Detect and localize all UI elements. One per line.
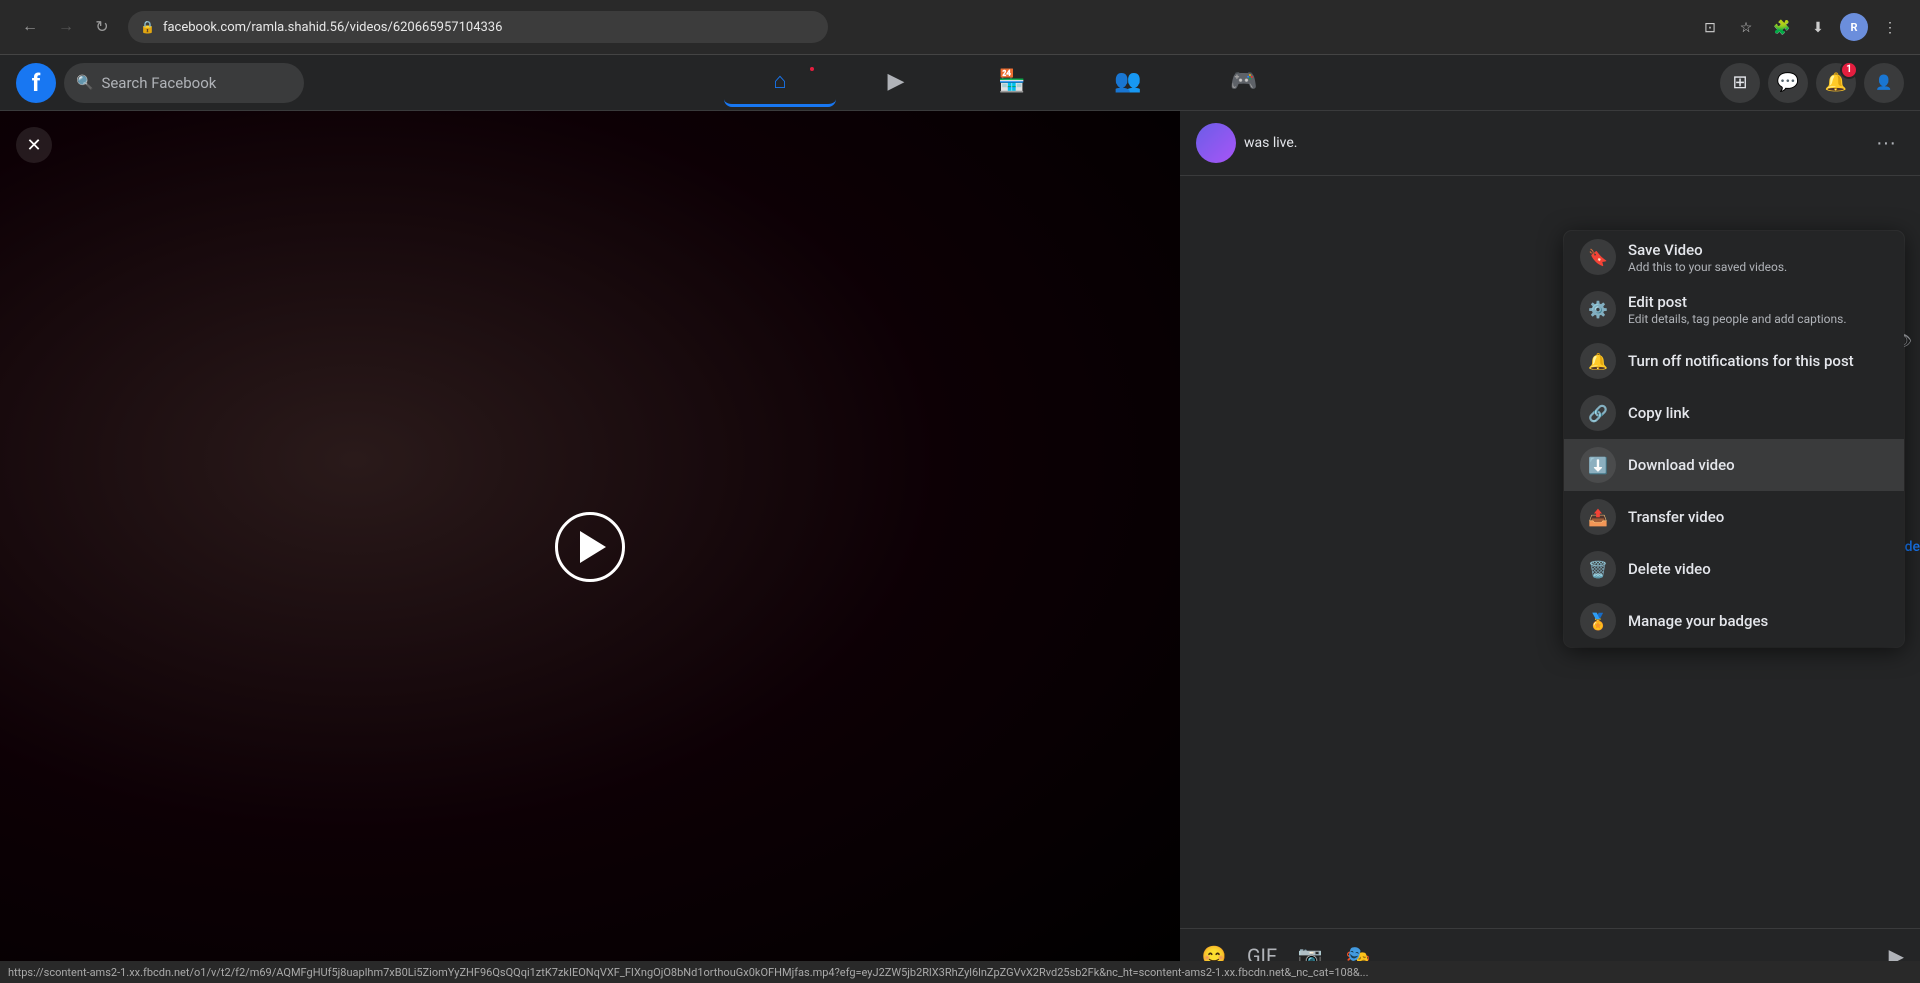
forward-button[interactable]: →: [52, 13, 80, 41]
menu-item-edit-post[interactable]: ⚙️ Edit post Edit details, tag people an…: [1564, 283, 1904, 335]
menu-item-save-video[interactable]: 🔖 Save Video Add this to your saved vide…: [1564, 231, 1904, 283]
play-button[interactable]: [555, 512, 625, 582]
menu-item-manage-badges[interactable]: 🏅 Manage your badges: [1564, 595, 1904, 647]
delete-video-text: Delete video: [1628, 560, 1711, 578]
notifications-icon: 🔔: [1580, 343, 1616, 379]
play-icon: [580, 531, 606, 563]
search-placeholder: Search Facebook: [101, 74, 216, 92]
messenger-icon: 💬: [1777, 72, 1799, 93]
copy-link-text: Copy link: [1628, 404, 1690, 422]
post-more-button[interactable]: ···: [1868, 125, 1904, 161]
edit-post-text: Edit post Edit details, tag people and a…: [1628, 293, 1847, 326]
url-text: facebook.com/ramla.shahid.56/videos/6206…: [163, 20, 816, 35]
people-icon: 👥: [1114, 69, 1141, 94]
menu-item-download-video[interactable]: ⬇️ Download video: [1564, 439, 1904, 491]
facebook-header: f 🔍 Search Facebook ⌂ ▶ 🏪 👥 🎮 ⊞ 💬 🔔: [0, 55, 1920, 111]
manage-badges-text: Manage your badges: [1628, 612, 1768, 630]
header-right: ⊞ 💬 🔔 1 👤: [1720, 63, 1904, 103]
delete-video-icon: 🗑️: [1580, 551, 1616, 587]
lock-icon: 🔒: [140, 20, 155, 34]
main-container: ✕ was live. ··· de 🔖 Save Video Add this…: [0, 111, 1920, 983]
search-bar[interactable]: 🔍 Search Facebook: [64, 63, 304, 103]
edit-post-title: Edit post: [1628, 293, 1847, 311]
notifications-title: Turn off notifications for this post: [1628, 352, 1854, 370]
nav-center: ⌂ ▶ 🏪 👥 🎮: [312, 59, 1712, 107]
transfer-video-text: Transfer video: [1628, 508, 1724, 526]
download-video-title: Download video: [1628, 456, 1735, 474]
copy-link-title: Copy link: [1628, 404, 1690, 422]
nav-gaming[interactable]: 🎮: [1188, 59, 1300, 107]
edit-post-subtitle: Edit details, tag people and add caption…: [1628, 312, 1847, 326]
menu-item-turn-off-notifications[interactable]: 🔔 Turn off notifications for this post: [1564, 335, 1904, 387]
browser-nav-buttons: ← → ↻: [16, 13, 116, 41]
messenger-button[interactable]: 💬: [1768, 63, 1808, 103]
was-live-text: was live.: [1244, 135, 1297, 151]
home-icon: ⌂: [773, 68, 786, 94]
facebook-logo[interactable]: f: [16, 63, 56, 103]
browser-right-icons: ⊡ ☆ 🧩 ⬇ R ⋮: [1696, 13, 1904, 41]
edit-post-icon: ⚙️: [1580, 291, 1616, 327]
delete-video-title: Delete video: [1628, 560, 1711, 578]
notification-button[interactable]: 🔔 1: [1816, 63, 1856, 103]
nav-marketplace[interactable]: 🏪: [956, 59, 1068, 107]
notifications-text: Turn off notifications for this post: [1628, 352, 1854, 370]
nav-video[interactable]: ▶: [840, 59, 952, 107]
browser-profile[interactable]: R: [1840, 13, 1868, 41]
post-avatar: [1196, 123, 1236, 163]
more-dots-icon: ···: [1876, 132, 1896, 155]
marketplace-icon: 🏪: [998, 69, 1025, 94]
downloads-button[interactable]: ⬇: [1804, 13, 1832, 41]
status-url: https://scontent-ams2-1.xx.fbcdn.net/o1/…: [8, 966, 1368, 979]
manage-badges-title: Manage your badges: [1628, 612, 1768, 630]
save-video-title: Save Video: [1628, 241, 1787, 259]
search-icon: 🔍: [76, 75, 93, 91]
cast-button[interactable]: ⊡: [1696, 13, 1724, 41]
close-button[interactable]: ✕: [16, 127, 52, 163]
video-icon: ▶: [888, 69, 905, 94]
context-menu: 🔖 Save Video Add this to your saved vide…: [1564, 231, 1904, 647]
account-button[interactable]: 👤: [1864, 63, 1904, 103]
grid-icon: ⊞: [1732, 72, 1747, 93]
video-area: ✕: [0, 111, 1180, 983]
transfer-video-title: Transfer video: [1628, 508, 1724, 526]
transfer-video-icon: 📤: [1580, 499, 1616, 535]
status-bar: https://scontent-ams2-1.xx.fbcdn.net/o1/…: [0, 961, 1920, 983]
post-header: was live. ··· de: [1180, 111, 1920, 176]
nav-home[interactable]: ⌂: [724, 59, 836, 107]
menu-item-transfer-video[interactable]: 📤 Transfer video: [1564, 491, 1904, 543]
save-video-icon: 🔖: [1580, 239, 1616, 275]
save-video-subtitle: Add this to your saved videos.: [1628, 260, 1787, 274]
right-panel: was live. ··· de 🔖 Save Video Add this t…: [1180, 111, 1920, 983]
post-header-text: was live.: [1244, 135, 1860, 151]
home-notification-dot: [808, 65, 816, 73]
menu-item-delete-video[interactable]: 🗑️ Delete video: [1564, 543, 1904, 595]
reload-button[interactable]: ↻: [88, 13, 116, 41]
browser-chrome: ← → ↻ 🔒 facebook.com/ramla.shahid.56/vid…: [0, 0, 1920, 55]
more-button[interactable]: ⋮: [1876, 13, 1904, 41]
user-icon: 👤: [1875, 75, 1892, 91]
download-video-text: Download video: [1628, 456, 1735, 474]
download-video-icon: ⬇️: [1580, 447, 1616, 483]
save-video-text: Save Video Add this to your saved videos…: [1628, 241, 1787, 274]
nav-people[interactable]: 👥: [1072, 59, 1184, 107]
notification-badge: 1: [1840, 61, 1858, 79]
address-bar[interactable]: 🔒 facebook.com/ramla.shahid.56/videos/62…: [128, 11, 828, 43]
partial-text: de: [1905, 539, 1920, 555]
gaming-icon: 🎮: [1230, 69, 1257, 94]
copy-link-icon: 🔗: [1580, 395, 1616, 431]
menu-item-copy-link[interactable]: 🔗 Copy link: [1564, 387, 1904, 439]
manage-badges-icon: 🏅: [1580, 603, 1616, 639]
bookmark-button[interactable]: ☆: [1732, 13, 1760, 41]
extension-button[interactable]: 🧩: [1768, 13, 1796, 41]
menu-button[interactable]: ⊞: [1720, 63, 1760, 103]
back-button[interactable]: ←: [16, 13, 44, 41]
